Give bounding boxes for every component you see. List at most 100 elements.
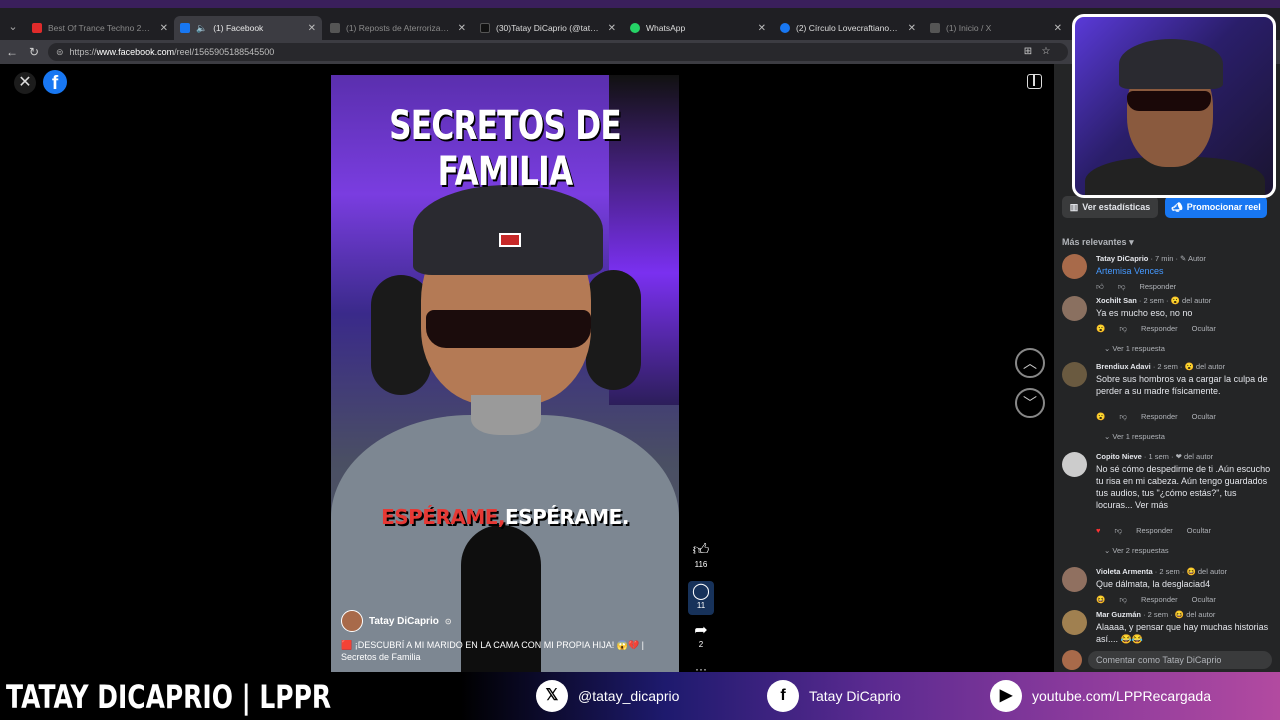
youtube-favicon-icon	[32, 23, 42, 33]
close-icon[interactable]: ✕	[14, 72, 36, 94]
avatar[interactable]	[1062, 296, 1087, 321]
video-figure-beard	[471, 395, 541, 435]
dislike-comment-icon[interactable]: 👎︎	[1119, 324, 1127, 334]
tab-whatsapp[interactable]: WhatsApp ✕	[624, 18, 772, 38]
comment-button[interactable]: ◯ 11	[688, 581, 714, 615]
toggle-side-panel-icon[interactable]	[1027, 74, 1042, 89]
reaction-icon[interactable]: 😮	[1096, 324, 1105, 334]
reel-video[interactable]: SECRETOS DE FAMILIA ESPÉRAME,ESPÉRAME. T…	[331, 75, 679, 672]
webcam-figure-cap	[1119, 39, 1223, 89]
reload-icon[interactable]: ↻	[26, 44, 42, 60]
avatar[interactable]	[1062, 610, 1087, 635]
close-tab-icon[interactable]: ✕	[908, 23, 916, 34]
cap-logo-icon	[499, 233, 521, 247]
comment-composer: Comentar como Tatay DiCaprio	[1062, 650, 1272, 670]
bookmark-star-icon[interactable]: ☆	[1038, 44, 1054, 60]
reaction-icon[interactable]: 😆	[1096, 595, 1105, 605]
webcam-overlay	[1072, 14, 1276, 198]
speaker-icon[interactable]: 🔈	[196, 23, 207, 34]
close-tab-icon[interactable]: ✕	[308, 23, 316, 34]
previous-reel-chevron-up-icon[interactable]: ︿	[1015, 348, 1045, 378]
whatsapp-favicon-icon	[630, 23, 640, 33]
reel-author[interactable]: Tatay DiCaprio ⊙	[341, 610, 452, 632]
close-tab-icon[interactable]: ✕	[608, 23, 616, 34]
site-info-icon[interactable]: ⊜	[56, 47, 64, 58]
reply-button[interactable]: Responder	[1136, 526, 1173, 536]
youtube-social: ▶ youtube.com/LPPRecargada	[990, 680, 1211, 712]
reply-button[interactable]: Responder	[1141, 324, 1178, 334]
close-tab-icon[interactable]: ✕	[458, 23, 466, 34]
video-figure-headphone	[586, 270, 641, 390]
video-caption: ESPÉRAME,ESPÉRAME.	[381, 505, 629, 529]
x-favicon-icon	[330, 23, 340, 33]
facebook-favicon-icon	[780, 23, 790, 33]
hide-button[interactable]: Ocultar	[1192, 324, 1216, 334]
youtube-logo-icon: ▶	[990, 680, 1022, 712]
hide-button[interactable]: Ocultar	[1192, 595, 1216, 605]
dislike-comment-icon[interactable]: 👎︎	[1119, 595, 1127, 605]
share-arrow-icon: ➦	[694, 622, 708, 639]
view-stats-button[interactable]: ▥ Ver estadísticas	[1062, 196, 1158, 218]
tab-list-chevron-icon[interactable]: ⌄	[4, 18, 22, 36]
view-replies-button[interactable]: ⌄ Ver 2 respuestas	[1104, 546, 1169, 555]
like-count: 116	[694, 560, 708, 569]
close-tab-icon[interactable]: ✕	[1054, 23, 1062, 34]
channel-title: TATAY DICAPRIO | LPPR	[6, 678, 332, 716]
next-reel-chevron-down-icon[interactable]: ﹀	[1015, 388, 1045, 418]
webcam-figure-sunglasses	[1127, 91, 1211, 111]
screen: ⌄ Best Of Trance Techno 2026 — Sk ✕ 🔈 (1…	[0, 0, 1280, 720]
close-tab-icon[interactable]: ✕	[758, 23, 766, 34]
video-figure-cap	[413, 185, 603, 275]
video-figure-sunglasses	[426, 310, 591, 348]
facebook-social: f Tatay DiCaprio	[767, 680, 901, 712]
comment-input[interactable]: Comentar como Tatay DiCaprio	[1088, 651, 1272, 669]
x-logo-icon: 𝕏	[536, 680, 568, 712]
tab-x-reposts[interactable]: (1) Reposts de Aterroriza2 (@Aterr ✕	[324, 18, 472, 38]
reply-button[interactable]: Responder	[1141, 595, 1178, 605]
x-favicon-icon	[930, 23, 940, 33]
verified-icon: ⊙	[444, 616, 452, 626]
avatar[interactable]	[341, 610, 363, 632]
tab-youtube[interactable]: Best Of Trance Techno 2026 — Sk ✕	[26, 18, 174, 38]
reaction-icon[interactable]: 😮	[1096, 412, 1105, 422]
comment-sort-dropdown[interactable]: Más relevantes ▾	[1062, 237, 1134, 248]
translate-icon[interactable]: ⊞	[1020, 44, 1036, 60]
x-social: 𝕏 @tatay_dicaprio	[536, 680, 679, 712]
thumbs-up-icon: 👍︎	[692, 542, 710, 559]
like-comment-icon[interactable]: 👍︎	[1096, 282, 1104, 292]
megaphone-icon: 📣︎	[1171, 201, 1183, 212]
avatar	[1062, 650, 1082, 670]
share-count: 2	[698, 640, 704, 649]
heart-reaction-icon[interactable]: ♥	[1096, 526, 1100, 536]
tab-x-home[interactable]: (1) Inicio / X ✕	[924, 18, 1068, 38]
hide-button[interactable]: Ocultar	[1187, 526, 1211, 536]
tab-circulo-lovecraftiano[interactable]: (2) Círculo Lovecraftiano& Horror ✕	[774, 18, 922, 38]
address-bar[interactable]: ⊜ https://www.facebook.com/reel/15659051…	[48, 43, 1068, 61]
dislike-comment-icon[interactable]: 👎︎	[1119, 412, 1127, 422]
avatar[interactable]	[1062, 452, 1087, 477]
reply-button[interactable]: Responder	[1141, 412, 1178, 422]
reply-button[interactable]: Responder	[1139, 282, 1176, 292]
tab-tiktok[interactable]: (30)Tatay DiCaprio (@tatay_dicap ✕	[474, 18, 622, 38]
promote-reel-button[interactable]: 📣︎ Promocionar reel	[1165, 196, 1267, 218]
comment-bubble-icon: ◯	[692, 583, 710, 600]
facebook-logo-icon: f	[767, 680, 799, 712]
avatar[interactable]	[1062, 567, 1087, 592]
back-arrow-icon[interactable]: ←	[4, 44, 20, 60]
view-replies-button[interactable]: ⌄ Ver 1 respuesta	[1104, 344, 1165, 353]
like-button[interactable]: 👍︎ 116	[688, 542, 714, 569]
dislike-comment-icon[interactable]: 👎︎	[1118, 282, 1126, 292]
video-title-overlay: SECRETOS DE FAMILIA	[389, 103, 622, 195]
close-tab-icon[interactable]: ✕	[160, 23, 168, 34]
tab-facebook[interactable]: 🔈 (1) Facebook ✕	[174, 16, 322, 40]
facebook-logo-icon[interactable]: f	[43, 70, 67, 94]
avatar[interactable]	[1062, 362, 1087, 387]
facebook-favicon-icon	[180, 23, 190, 33]
stream-banner: TATAY DICAPRIO | LPPR 𝕏 @tatay_dicaprio …	[0, 672, 1280, 720]
share-button[interactable]: ➦ 2	[688, 622, 714, 649]
reel-description: 🟥 ¡DESCUBRÍ A MI MARIDO EN LA CAMA CON M…	[341, 640, 645, 662]
hide-button[interactable]: Ocultar	[1192, 412, 1216, 422]
view-replies-button[interactable]: ⌄ Ver 1 respuesta	[1104, 432, 1165, 441]
dislike-comment-icon[interactable]: 👎︎	[1114, 526, 1122, 536]
avatar[interactable]	[1062, 254, 1087, 279]
